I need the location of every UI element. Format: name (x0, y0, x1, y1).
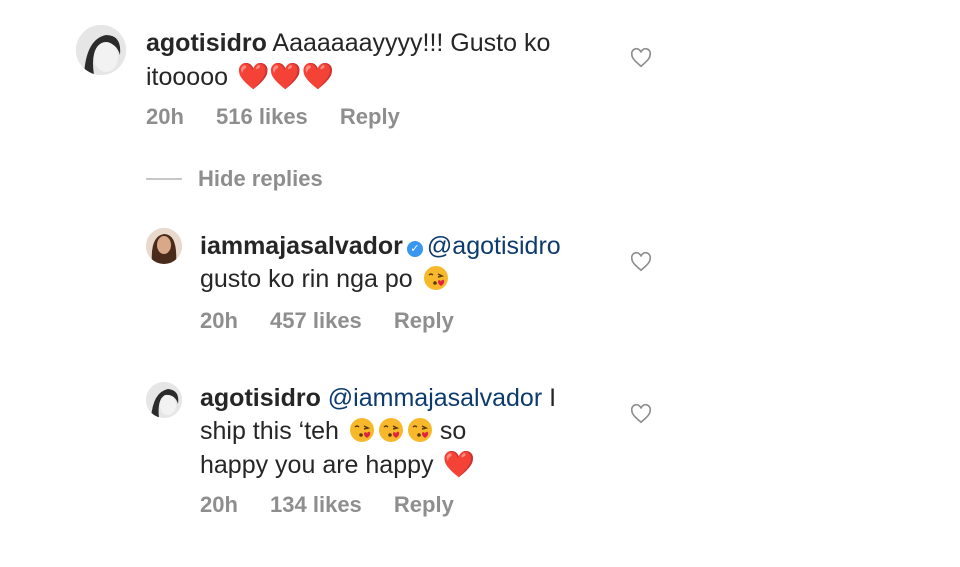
reply-button[interactable]: Reply (340, 104, 400, 129)
verified-badge-icon: ✓ (406, 241, 423, 257)
timestamp: 20h (200, 308, 238, 333)
reply-text: agotisidro @iammajasalvador I ship this … (200, 382, 620, 482)
timestamp: 20h (146, 104, 184, 129)
mention-link[interactable]: @agotisidro (427, 232, 561, 260)
username[interactable]: agotisidro (200, 384, 321, 412)
hide-replies-button[interactable]: Hide replies (146, 166, 323, 192)
reply-body: gusto ko rin nga po (200, 265, 413, 293)
likes-count[interactable]: 134 likes (270, 492, 362, 517)
heart-outline-icon[interactable] (630, 47, 652, 69)
username[interactable]: iammajasalvador (200, 232, 403, 260)
comment-meta: 20h 516 likes Reply (146, 104, 426, 130)
reply-button[interactable]: Reply (394, 308, 454, 333)
reply-body: so (439, 417, 467, 445)
reply-body: I (549, 384, 557, 412)
avatar[interactable] (146, 382, 182, 418)
reply-text: iammajasalvador ✓ @agotisidro gusto ko rin… (200, 230, 630, 296)
red-heart-emoji: ❤️❤️❤️ (236, 61, 335, 91)
face-blowing-kiss-emoji (407, 418, 432, 442)
face-blowing-kiss-emoji (378, 418, 403, 442)
likes-count[interactable]: 516 likes (216, 104, 308, 129)
reply-body: happy you are happy (200, 451, 434, 479)
heart-outline-icon[interactable] (630, 251, 652, 273)
avatar[interactable] (76, 25, 126, 75)
reply-meta: 20h 457 likes Reply (200, 308, 480, 334)
reply-body: ship this ‘teh (200, 417, 339, 445)
divider-line (146, 178, 182, 180)
timestamp: 20h (200, 492, 238, 517)
reply-button[interactable]: Reply (394, 492, 454, 517)
comment-text: agotisidro Aaaaaaayyyy!!! Gusto ko itooo… (146, 27, 596, 94)
heart-outline-icon[interactable] (630, 403, 652, 425)
red-heart-emoji: ❤️ (442, 449, 475, 479)
reply-meta: 20h 134 likes Reply (200, 492, 480, 518)
username[interactable]: agotisidro (146, 29, 267, 57)
avatar[interactable] (146, 228, 182, 264)
mention-link[interactable]: @iammajasalvador (328, 384, 542, 412)
face-blowing-kiss-emoji (423, 266, 448, 290)
face-blowing-kiss-emoji (349, 418, 374, 442)
likes-count[interactable]: 457 likes (270, 308, 362, 333)
